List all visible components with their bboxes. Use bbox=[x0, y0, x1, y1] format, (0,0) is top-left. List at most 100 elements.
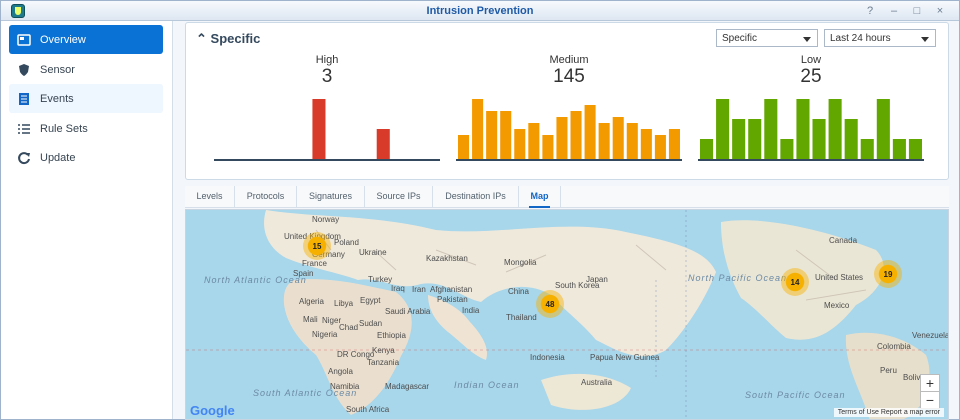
country-label: India bbox=[462, 306, 480, 315]
country-label: Poland bbox=[334, 238, 359, 247]
metric-label: Low bbox=[800, 54, 822, 66]
collapse-icon[interactable]: ⌃ bbox=[196, 31, 207, 46]
tab-map[interactable]: Map bbox=[519, 186, 561, 208]
country-label: Afghanistan bbox=[430, 285, 473, 294]
bar bbox=[764, 99, 778, 159]
country-label: Mongolia bbox=[504, 258, 537, 267]
country-label: Namibia bbox=[330, 382, 360, 391]
country-label: Norway bbox=[312, 215, 340, 224]
bar bbox=[626, 123, 638, 159]
shield-icon bbox=[16, 63, 32, 77]
tab-source-ips[interactable]: Source IPs bbox=[365, 186, 433, 207]
metric-value: 3 bbox=[321, 66, 333, 87]
sidebar-item-overview[interactable]: Overview bbox=[9, 25, 163, 54]
google-logo: Google bbox=[190, 403, 235, 418]
time-range-select[interactable]: Last 24 hours bbox=[824, 29, 936, 47]
bar bbox=[640, 129, 652, 159]
bar bbox=[732, 119, 746, 159]
zoom-in-button[interactable]: + bbox=[920, 374, 940, 392]
country-label: China bbox=[508, 287, 529, 296]
bar bbox=[892, 139, 906, 159]
sidebar-item-label: Rule Sets bbox=[40, 122, 88, 135]
country-label: South Korea bbox=[555, 281, 600, 290]
country-label: Australia bbox=[581, 378, 613, 387]
world-map[interactable]: North Atlantic Ocean North Pacific Ocean… bbox=[185, 209, 949, 420]
country-label: Pakistan bbox=[437, 295, 468, 304]
country-label: Kazakhstan bbox=[426, 254, 468, 263]
medium-chart bbox=[456, 95, 682, 167]
country-label: Tanzania bbox=[367, 358, 400, 367]
sidebar-item-sensor[interactable]: Sensor bbox=[9, 55, 163, 84]
sidebar-item-label: Update bbox=[40, 151, 76, 164]
bar bbox=[908, 139, 922, 159]
country-label: Colombia bbox=[877, 342, 911, 351]
country-label: Madagascar bbox=[385, 382, 430, 391]
map-cluster-europe[interactable]: 15 bbox=[303, 232, 331, 260]
country-label: Saudi Arabia bbox=[385, 307, 431, 316]
bar bbox=[654, 135, 666, 159]
help-icon[interactable]: ? bbox=[863, 4, 877, 18]
sidebar: Overview Sensor Events Rule Sets Update bbox=[1, 21, 173, 419]
close-icon[interactable]: × bbox=[933, 4, 947, 18]
metric-label: Medium bbox=[549, 54, 589, 66]
map-cluster-us-west[interactable]: 14 bbox=[781, 268, 809, 296]
country-label: Mexico bbox=[824, 301, 850, 310]
overview-icon bbox=[16, 33, 32, 47]
tab-protocols[interactable]: Protocols bbox=[235, 186, 297, 207]
bar bbox=[812, 119, 826, 159]
bar bbox=[796, 99, 810, 159]
overview-tabs: Levels Protocols Signatures Source IPs D… bbox=[185, 186, 949, 208]
minimize-icon[interactable]: – bbox=[887, 4, 901, 18]
country-label: Spain bbox=[293, 269, 314, 278]
country-label: Peru bbox=[880, 366, 897, 375]
bar bbox=[828, 99, 842, 159]
north-atlantic-label: North Atlantic Ocean bbox=[204, 275, 307, 285]
country-label: Canada bbox=[829, 236, 858, 245]
sidebar-item-update[interactable]: Update bbox=[9, 143, 163, 172]
tab-destination-ips[interactable]: Destination IPs bbox=[433, 186, 519, 207]
country-label: Libya bbox=[334, 299, 354, 308]
bar bbox=[514, 129, 526, 159]
bar bbox=[472, 99, 484, 159]
map-footer[interactable]: Terms of Use Report a map error bbox=[833, 408, 944, 417]
zoom-out-button[interactable]: − bbox=[920, 391, 940, 409]
bar bbox=[556, 117, 568, 159]
sidebar-item-events[interactable]: Events bbox=[9, 84, 163, 113]
list-icon bbox=[16, 122, 32, 136]
bar bbox=[486, 111, 498, 159]
map-cluster-us-east[interactable]: 19 bbox=[874, 260, 902, 288]
bar bbox=[668, 129, 680, 159]
bar bbox=[500, 111, 512, 159]
tab-levels[interactable]: Levels bbox=[185, 186, 235, 207]
north-pacific-label: North Pacific Ocean bbox=[688, 273, 788, 283]
title-bar: Intrusion Prevention ? – □ × bbox=[1, 1, 959, 21]
bar bbox=[844, 119, 858, 159]
tab-signatures[interactable]: Signatures bbox=[297, 186, 365, 207]
bar bbox=[528, 123, 540, 159]
country-label: Angola bbox=[328, 367, 353, 376]
country-label: Ethiopia bbox=[377, 331, 406, 340]
high-chart bbox=[214, 95, 440, 167]
metric-value: 25 bbox=[800, 66, 822, 87]
low-chart bbox=[698, 95, 924, 167]
section-header[interactable]: ⌃ Specific bbox=[196, 31, 260, 47]
bar bbox=[748, 119, 762, 159]
overview-panel: ⌃ Specific Specific Last 24 hours High 3… bbox=[185, 22, 949, 180]
sidebar-item-rule-sets[interactable]: Rule Sets bbox=[9, 114, 163, 143]
map-cluster-asia[interactable]: 48 bbox=[536, 290, 564, 318]
country-label: Mali bbox=[303, 315, 318, 324]
country-label: Venezuela bbox=[912, 331, 949, 340]
refresh-icon bbox=[16, 151, 32, 165]
severity-filter-select[interactable]: Specific bbox=[716, 29, 818, 47]
country-label: Sudan bbox=[359, 319, 383, 328]
sidebar-item-label: Sensor bbox=[40, 63, 75, 76]
country-label: Thailand bbox=[506, 313, 537, 322]
country-label: South Africa bbox=[346, 405, 390, 414]
maximize-icon[interactable]: □ bbox=[910, 4, 924, 18]
bar bbox=[860, 139, 874, 159]
country-label: Iran bbox=[412, 285, 426, 294]
country-label: Turkey bbox=[368, 275, 393, 284]
country-label: Egypt bbox=[360, 296, 381, 305]
bar bbox=[570, 111, 582, 159]
metric-value: 145 bbox=[553, 66, 585, 87]
